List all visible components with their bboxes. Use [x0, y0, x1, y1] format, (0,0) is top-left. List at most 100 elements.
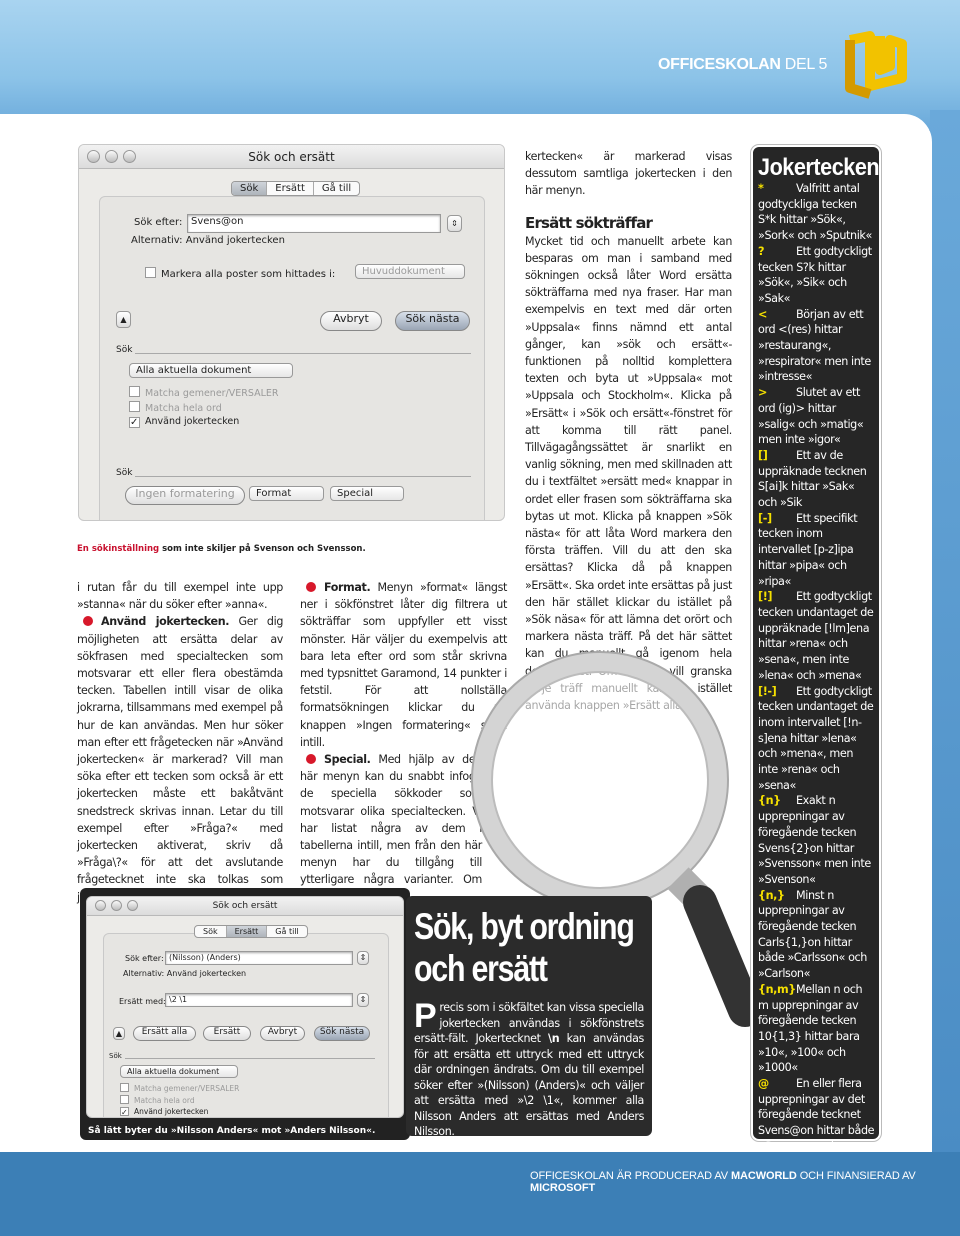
find-input[interactable]: (Nilsson) (Anders): [165, 951, 353, 965]
highlight-checkbox[interactable]: Markera alla poster som hittades i:: [145, 267, 335, 280]
cancel-button[interactable]: Avbryt: [320, 311, 382, 331]
wildcard-description: Ett godtyckligt tecken undantaget de upp…: [758, 590, 874, 682]
zoom-icon: [123, 150, 136, 163]
collapse-button[interactable]: ▲: [113, 1027, 125, 1040]
wildcard-entry: * Valfritt antal godtyckliga tecken S*k h…: [758, 181, 875, 244]
wildcard-description: Ett godtyckligt tecken undantaget de ino…: [758, 684, 874, 792]
format-select[interactable]: Format: [249, 486, 324, 501]
minimize-icon: [111, 900, 122, 911]
find-stepper[interactable]: ⇕: [357, 951, 369, 965]
find-label: Sök efter:: [134, 217, 183, 228]
zoom-icon: [127, 900, 138, 911]
find-replace-window: Sök och ersätt Sök Ersätt Gå till Sök efte…: [78, 144, 505, 521]
wildcards-checkbox[interactable]: ✓ Använd jokertecken: [129, 416, 239, 428]
format-section-label: Sök: [116, 468, 133, 478]
feature-box: Sök, byt ordning och ersätt Precis som i…: [406, 896, 652, 1138]
tab-bar[interactable]: Sök Ersätt Gå till: [194, 925, 308, 938]
cancel-button[interactable]: Avbryt: [260, 1026, 305, 1041]
wildcard-symbol: {n,}: [758, 888, 785, 902]
wildcard-entry: [-] Ett specifikt tecken inom intervallet…: [758, 511, 875, 590]
wildcard-description: Minst n upprepningar av föregående tecke…: [758, 888, 868, 981]
bullet-icon: [306, 582, 316, 592]
replace-button[interactable]: Ersätt: [203, 1026, 251, 1041]
collapse-button[interactable]: ▲: [116, 311, 131, 328]
wildcard-entry: {n,m}Mellan n och m upprepningar av före…: [758, 982, 875, 1076]
wildcard-symbol: [!-]: [758, 684, 777, 698]
right-strip: [930, 110, 960, 1160]
series-title: OFFICESKOLAN DEL 5: [658, 56, 828, 73]
wildcard-symbol: *: [758, 182, 764, 195]
wildcard-entry: ? Ett godtyckligt tecken S?k hittar »Sök«…: [758, 244, 875, 307]
window-title: Sök och ersätt: [212, 901, 278, 911]
section-heading: Ersätt sökträffar: [525, 213, 653, 232]
wildcard-symbol: [-]: [758, 511, 772, 525]
bullet-icon: [306, 754, 316, 765]
options-value: Använd jokertecken: [185, 235, 285, 246]
find-input[interactable]: Svens@on: [187, 214, 441, 233]
window-title: Sök och ersätt: [248, 150, 335, 164]
close-icon: [95, 900, 106, 911]
replace-label: Ersätt med:: [119, 997, 166, 1006]
wildcard-entry: [] Ett av de uppräknade tecknen S[ai]k hi…: [758, 448, 875, 511]
text-column-3: kertecken« är markerad visas dessutom sa…: [525, 150, 732, 712]
whole-word-checkbox: Matcha hela ord: [120, 1095, 195, 1105]
replace-input[interactable]: \2 \1: [165, 993, 353, 1007]
close-icon: [87, 150, 100, 163]
wildcard-description: Exakt n upprepningar av föregående tecke…: [758, 794, 871, 886]
wildcard-symbol: >: [758, 386, 767, 400]
replace-screenshot-frame: Sök och ersätt Sök Ersätt Gå till Sök efte…: [80, 888, 410, 1140]
feature-title: Sök, byt ordning och ersätt: [414, 906, 635, 989]
feature-body: Precis som i sökfältet kan vissa speciel…: [414, 997, 644, 1138]
wildcard-entry: [!] Ett godtyckligt tecken undantaget de …: [758, 589, 875, 683]
wildcard-symbol: <: [758, 307, 767, 321]
wildcard-symbol: [!]: [758, 590, 773, 604]
no-format-button: Ingen formatering: [125, 486, 245, 505]
text-column-1: i rutan får du till exempel inte upp »st…: [77, 581, 284, 904]
sidebar-title: Jokertecken: [758, 154, 880, 181]
highlight-select: Huvuddokument: [355, 264, 465, 279]
search-section-label: Sök: [109, 1052, 122, 1060]
search-section-label: Sök: [116, 345, 133, 355]
office-logo-icon: [845, 31, 907, 99]
find-label: Sök efter:: [125, 954, 164, 963]
options-label: Alternativ:: [131, 235, 183, 246]
scope-select[interactable]: Alla aktuella dokument: [120, 1065, 238, 1078]
figure-caption: En sökinställning som inte skiljer på Sv…: [77, 544, 366, 554]
tab-ga-till[interactable]: Gå till: [314, 182, 359, 195]
figure-caption-2: Så lätt byter du »Nilsson Anders« mot »A…: [88, 1126, 376, 1136]
find-history-stepper[interactable]: ⇕: [447, 215, 462, 232]
wildcard-entry: > Slutet av ett ord (ig)> hittar »salig« …: [758, 385, 875, 448]
minimize-icon: [105, 150, 118, 163]
whole-word-checkbox: Matcha hela ord: [129, 401, 222, 414]
wildcard-entry: [!-] Ett godtyckligt tecken undantaget de…: [758, 684, 875, 794]
special-select[interactable]: Special: [330, 486, 404, 501]
wildcard-table: Jokertecken * Valfritt antal godtyckliga …: [751, 145, 881, 1169]
tab-ga-till[interactable]: Gå till: [267, 926, 306, 937]
wildcard-symbol: @: [758, 1077, 769, 1091]
replace-all-button[interactable]: Ersätt alla: [133, 1026, 196, 1041]
wildcard-symbol: ?: [758, 244, 765, 258]
window-controls[interactable]: [87, 150, 136, 163]
wildcard-entry: < Början av ett ord <(res) hittar »restau…: [758, 307, 875, 386]
footer: OFFICESKOLAN ÄR PRODUCERAD AV MACWORLD O…: [0, 1152, 960, 1236]
wildcard-entry: {n} Exakt n upprepningar av föregående te…: [758, 793, 875, 887]
find-next-button[interactable]: Sök nästa: [314, 1026, 370, 1041]
tab-sok[interactable]: Sök: [195, 926, 227, 937]
match-case-checkbox: Matcha gemener/VERSALER: [129, 386, 278, 399]
match-case-checkbox: Matcha gemener/VERSALER: [120, 1083, 239, 1093]
footer-credits: OFFICESKOLAN ÄR PRODUCERAD AV MACWORLD O…: [530, 1170, 916, 1194]
wildcard-symbol: {n,m}: [758, 982, 796, 996]
tab-sok[interactable]: Sök: [232, 182, 268, 195]
wildcard-entry: {n,} Minst n upprepningar av föregående t…: [758, 888, 875, 982]
scope-select[interactable]: Alla aktuella dokument: [129, 363, 293, 378]
replace-stepper[interactable]: ⇕: [357, 993, 369, 1007]
tab-ersatt[interactable]: Ersätt: [226, 926, 268, 937]
wildcard-symbol: []: [758, 448, 768, 462]
tab-bar[interactable]: Sök Ersätt Gå till: [231, 181, 361, 196]
wildcard-symbol: {n}: [758, 794, 781, 808]
wildcards-checkbox[interactable]: ✓ Använd jokertecken: [120, 1107, 208, 1117]
find-next-button[interactable]: Sök nästa: [395, 311, 470, 331]
find-replace-window-2: Sök och ersätt Sök Ersätt Gå till Sök efte…: [86, 896, 404, 1118]
tab-ersatt[interactable]: Ersätt: [267, 182, 314, 195]
bullet-icon: [83, 616, 93, 627]
